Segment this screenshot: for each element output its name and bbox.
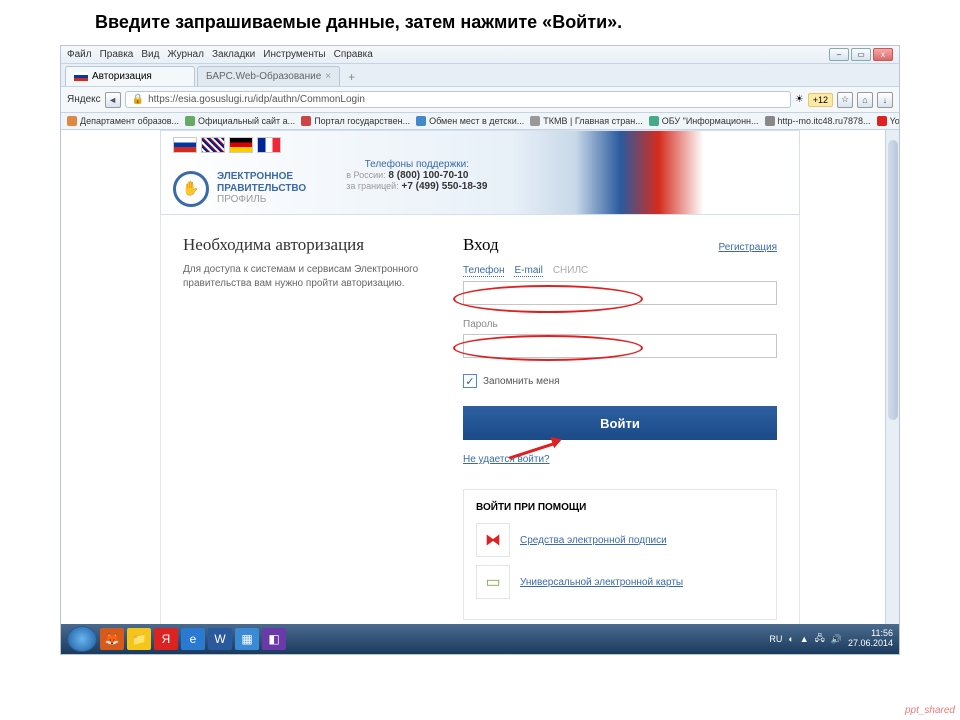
bookmark-icon — [416, 116, 426, 126]
tab-label: Авторизация — [92, 71, 152, 82]
scrollbar[interactable] — [885, 130, 899, 628]
login-method-tabs: Телефон E-mail СНИЛС — [463, 265, 777, 277]
url-field[interactable]: 🔒 https://esia.gosuslugi.ru/idp/authn/Co… — [125, 91, 791, 108]
lang-ru[interactable] — [173, 137, 197, 153]
bookmark-icon — [67, 116, 77, 126]
tab-phone[interactable]: Телефон — [463, 265, 504, 277]
weather-icon: ☀ — [795, 94, 804, 105]
search-provider-label: Яндекс — [67, 94, 101, 105]
electronic-signature-link[interactable]: Средства электронной подписи — [520, 535, 667, 546]
taskbar-word-icon[interactable]: W — [208, 628, 232, 650]
site-logo: ✋ ЭЛЕКТРОННОЕ ПРАВИТЕЛЬСТВО ПРОФИЛЬ — [173, 163, 306, 214]
taskbar-ie-icon[interactable]: e — [181, 628, 205, 650]
menubar: Файл Правка Вид Журнал Закладки Инструме… — [61, 46, 899, 64]
universal-card-link[interactable]: Универсальной электронной карты — [520, 577, 683, 588]
taskbar-yandex-icon[interactable]: Я — [154, 628, 178, 650]
tab-strip: Авторизация БАРС.Web-Образование × + — [61, 64, 899, 86]
lang-en[interactable] — [201, 137, 225, 153]
tab-close-icon[interactable]: × — [325, 71, 331, 82]
watermark: ppt_shared — [905, 705, 955, 716]
scrollbar-thumb[interactable] — [888, 140, 898, 420]
login-helper-box: ВОЙТИ ПРИ ПОМОЩИ ⧓ Средства электронной … — [463, 489, 777, 620]
tray-lang[interactable]: RU — [769, 634, 782, 644]
bookmark-item[interactable]: Департамент образов... — [67, 116, 179, 126]
tab-snils[interactable]: СНИЛС — [553, 265, 588, 277]
lock-icon: 🔒 — [132, 94, 144, 105]
back-button[interactable]: ◄ — [105, 92, 121, 108]
bookmark-icon — [649, 116, 659, 126]
browser-window: Файл Правка Вид Журнал Закладки Инструме… — [60, 45, 900, 655]
taskbar-app-icon[interactable]: ▦ — [235, 628, 259, 650]
bookmark-icon — [185, 116, 195, 126]
taskbar-app2-icon[interactable]: ◧ — [262, 628, 286, 650]
tray-icon[interactable]: ◐ — [788, 634, 793, 644]
minimize-button[interactable]: – — [829, 48, 849, 61]
address-bar: Яндекс ◄ 🔒 https://esia.gosuslugi.ru/idp… — [61, 86, 899, 113]
bookmarks-bar: Департамент образов... Официальный сайт … — [61, 113, 899, 130]
bookmark-item[interactable]: http--mo.itc48.ru7878... — [765, 116, 871, 126]
usb-token-icon: ⧓ — [476, 523, 510, 557]
lang-fr[interactable] — [257, 137, 281, 153]
bookmark-icon — [301, 116, 311, 126]
login-button[interactable]: Войти — [463, 406, 777, 440]
taskbar-firefox-icon[interactable]: 🦊 — [100, 628, 124, 650]
bookmark-icon — [877, 116, 887, 126]
language-switcher — [173, 137, 281, 153]
password-input[interactable] — [463, 334, 777, 358]
menu-edit[interactable]: Правка — [100, 49, 134, 60]
bookmark-item[interactable]: Портал государствен... — [301, 116, 410, 126]
lang-de[interactable] — [229, 137, 253, 153]
registration-link[interactable]: Регистрация — [719, 242, 777, 253]
tab-inactive[interactable]: БАРС.Web-Образование × — [197, 66, 340, 86]
logo-icon: ✋ — [173, 171, 209, 207]
bookmark-item[interactable]: ТКМВ | Главная стран... — [530, 116, 642, 126]
menu-history[interactable]: Журнал — [167, 49, 204, 60]
url-text: https://esia.gosuslugi.ru/idp/authn/Comm… — [148, 94, 365, 105]
tray-volume-icon[interactable]: 🔊 — [831, 634, 842, 645]
support-phones: Телефоны поддержки: в России: 8 (800) 10… — [346, 159, 487, 214]
remember-label: Запомнить меня — [483, 376, 560, 387]
bookmark-item[interactable]: ОБУ "Информационн... — [649, 116, 759, 126]
card-icon: ▭ — [476, 565, 510, 599]
auth-description: Для доступа к системам и сервисам Электр… — [183, 263, 443, 291]
password-label: Пароль — [463, 319, 777, 330]
menu-help[interactable]: Справка — [334, 49, 373, 60]
menu-view[interactable]: Вид — [141, 49, 159, 60]
tray-icon[interactable]: ▲ — [800, 634, 809, 644]
bookmark-item[interactable]: Обмен мест в детски... — [416, 116, 524, 126]
menu-bookmarks[interactable]: Закладки — [212, 49, 255, 60]
favicon-ru-icon — [74, 72, 88, 81]
start-button[interactable] — [67, 626, 97, 652]
taskbar-explorer-icon[interactable]: 📁 — [127, 628, 151, 650]
download-button[interactable]: ↓ — [877, 92, 893, 108]
cant-login-link[interactable]: Не удается войти? — [463, 454, 550, 465]
close-button[interactable]: x — [873, 48, 893, 61]
bookmark-icon — [530, 116, 540, 126]
weather-temp: +12 — [808, 93, 833, 107]
instruction-text: Введите запрашиваемые данные, затем нажм… — [0, 0, 960, 45]
bookmark-item[interactable]: YouTube — [877, 116, 899, 126]
menu-file[interactable]: Файл — [67, 49, 92, 60]
tab-label: БАРС.Web-Образование — [206, 71, 321, 82]
new-tab-button[interactable]: + — [342, 68, 361, 86]
helper-title: ВОЙТИ ПРИ ПОМОЩИ — [476, 502, 764, 513]
page-content: ✋ ЭЛЕКТРОННОЕ ПРАВИТЕЛЬСТВО ПРОФИЛЬ Теле… — [61, 130, 899, 628]
login-heading: Вход — [463, 235, 499, 255]
bookmark-star-icon[interactable]: ☆ — [837, 92, 853, 108]
tray-date[interactable]: 27.06.2014 — [848, 639, 893, 649]
bookmark-icon — [765, 116, 775, 126]
site-header: ✋ ЭЛЕКТРОННОЕ ПРАВИТЕЛЬСТВО ПРОФИЛЬ Теле… — [160, 130, 800, 215]
remember-checkbox[interactable]: ✓ — [463, 374, 477, 388]
home-button[interactable]: ⌂ — [857, 92, 873, 108]
taskbar: 🦊 📁 Я e W ▦ ◧ RU ◐ ▲ 🖧 🔊 11:56 27.06.201… — [61, 624, 899, 654]
login-input[interactable] — [463, 281, 777, 305]
menu-tools[interactable]: Инструменты — [263, 49, 325, 60]
tray-network-icon[interactable]: 🖧 — [815, 631, 825, 647]
bookmark-item[interactable]: Официальный сайт а... — [185, 116, 295, 126]
maximize-button[interactable]: ▭ — [851, 48, 871, 61]
tab-active[interactable]: Авторизация — [65, 66, 195, 86]
auth-heading: Необходима авторизация — [183, 235, 443, 255]
tab-email[interactable]: E-mail — [514, 265, 542, 277]
